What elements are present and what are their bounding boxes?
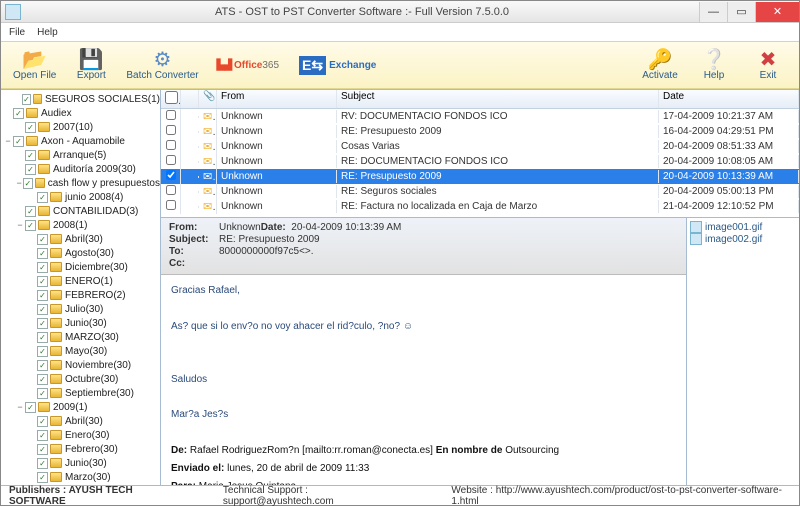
envelope-icon: ✉ — [203, 126, 217, 138]
tree-node[interactable]: ✓Enero(30) — [3, 428, 160, 442]
msg-date: 20-04-2009 10:13:39 AM — [291, 222, 401, 233]
select-all-checkbox[interactable] — [165, 91, 178, 104]
message-body: Gracias Rafael, As? que si lo env?o no v… — [161, 275, 686, 485]
tree-node[interactable]: ✓Abril(30) — [3, 232, 160, 246]
tree-node[interactable]: ✓Julio(30) — [3, 302, 160, 316]
tree-node[interactable]: ✓CONTABILIDAD(3) — [3, 204, 160, 218]
tree-node[interactable]: −✓2008(1) — [3, 218, 160, 232]
attachment-item[interactable]: image002.gif — [690, 233, 796, 245]
msg-to: 8000000000f97c5<>. — [219, 246, 314, 257]
attachment-panel: image001.gifimage002.gif — [687, 218, 799, 485]
col-subject[interactable]: Subject — [337, 90, 659, 108]
maximize-button[interactable]: ▭ — [727, 2, 755, 22]
tree-node[interactable]: ✓SEGUROS SOCIALES(1) — [3, 92, 160, 106]
tree-node[interactable]: ✓ENERO(1) — [3, 274, 160, 288]
mail-row[interactable]: ✉UnknownRE: Presupuesto 200916-04-2009 0… — [161, 124, 799, 139]
row-checkbox[interactable] — [166, 140, 176, 150]
tree-node[interactable]: ✓FEBRERO(2) — [3, 288, 160, 302]
message-preview: From:Unknown Date: 20-04-2009 10:13:39 A… — [161, 218, 687, 485]
tree-node[interactable]: ✓Auditoría 2009(30) — [3, 162, 160, 176]
app-icon — [5, 4, 21, 20]
office365-button[interactable]: ▙▟Office 365 — [217, 60, 279, 71]
folder-open-icon: 📂 — [22, 50, 47, 70]
menu-help[interactable]: Help — [37, 27, 58, 38]
key-icon: 🔑 — [648, 50, 673, 70]
website-link[interactable]: http://www.ayushtech.com/product/ost-to-… — [451, 485, 782, 507]
exchange-button[interactable]: E⇆Exchange — [299, 56, 376, 75]
exit-icon: ✖ — [760, 50, 777, 70]
row-checkbox[interactable] — [166, 110, 176, 120]
tree-node[interactable]: ✓Mayo(30) — [3, 344, 160, 358]
titlebar: ATS - OST to PST Converter Software :- F… — [1, 1, 799, 23]
statusbar: Publishers : AYUSH TECH SOFTWARE Technic… — [1, 485, 799, 505]
envelope-icon: ✉ — [203, 171, 217, 183]
mail-row[interactable]: ✉UnknownRE: DOCUMENTACIO FONDOS ICO20-04… — [161, 154, 799, 169]
tree-node[interactable]: ✓Diciembre(30) — [3, 260, 160, 274]
exit-button[interactable]: ✖Exit — [743, 50, 793, 81]
activate-button[interactable]: 🔑Activate — [635, 50, 685, 81]
tree-node[interactable]: ✓Audiex — [3, 106, 160, 120]
save-icon: 💾 — [79, 50, 104, 70]
mail-row[interactable]: ✉UnknownRV: DOCUMENTACIO FONDOS ICO17-04… — [161, 109, 799, 124]
mail-row[interactable]: ✉UnknownRE: Presupuesto 200920-04-2009 1… — [161, 169, 799, 184]
envelope-icon: ✉ — [203, 201, 217, 213]
menubar: File Help — [1, 23, 799, 41]
tree-node[interactable]: −✓2009(1) — [3, 400, 160, 414]
toolbar: 📂Open File 💾Export ⚙Batch Converter ▙▟Of… — [1, 41, 799, 89]
tree-node[interactable]: −✓cash flow y presupuestos — [3, 176, 160, 190]
attachment-item[interactable]: image001.gif — [690, 221, 796, 233]
window-title: ATS - OST to PST Converter Software :- F… — [25, 6, 699, 18]
close-button[interactable]: ✕ — [755, 2, 799, 22]
tree-node[interactable]: ✓Marzo(30) — [3, 470, 160, 484]
image-icon — [690, 233, 702, 245]
col-date[interactable]: Date — [659, 90, 799, 108]
export-button[interactable]: 💾Export — [66, 50, 116, 81]
mail-row[interactable]: ✉UnknownRE: Factura no localizada en Caj… — [161, 199, 799, 214]
image-icon — [690, 221, 702, 233]
attachment-icon: 📎 — [199, 90, 217, 108]
row-checkbox[interactable] — [166, 185, 176, 195]
support-email[interactable]: support@ayushtech.com — [223, 496, 334, 507]
tree-node[interactable]: ✓junio 2008(4) — [3, 190, 160, 204]
tree-node[interactable]: ✓Octubre(30) — [3, 372, 160, 386]
mail-row[interactable]: ✉UnknownCosas Varias20-04-2009 08:51:33 … — [161, 139, 799, 154]
msg-from: Unknown — [219, 222, 261, 233]
batch-converter-button[interactable]: ⚙Batch Converter — [120, 50, 204, 81]
col-from[interactable]: From — [217, 90, 337, 108]
menu-file[interactable]: File — [9, 27, 25, 38]
envelope-icon: ✉ — [203, 111, 217, 123]
row-checkbox[interactable] — [166, 155, 176, 165]
tree-node[interactable]: ✓MARZO(30) — [3, 330, 160, 344]
tree-node[interactable]: ✓Noviembre(30) — [3, 358, 160, 372]
tree-node[interactable]: ✓2007(10) — [3, 120, 160, 134]
tree-node[interactable]: ✓Junio(30) — [3, 316, 160, 330]
row-checkbox[interactable] — [166, 170, 176, 180]
tree-node[interactable]: ✓Junio(30) — [3, 456, 160, 470]
message-header: From:Unknown Date: 20-04-2009 10:13:39 A… — [161, 218, 686, 275]
tree-node[interactable]: −✓Axon - Aquamobile — [3, 134, 160, 148]
mail-row[interactable]: ✉UnknownRE: Seguros sociales20-04-2009 0… — [161, 184, 799, 199]
msg-subject: RE: Presupuesto 2009 — [219, 234, 320, 245]
folder-tree[interactable]: ✓SEGUROS SOCIALES(1)✓Audiex✓2007(10)−✓Ax… — [1, 90, 161, 485]
list-header: 📎 From Subject Date — [161, 90, 799, 109]
help-icon: ❔ — [702, 50, 727, 70]
help-button[interactable]: ❔Help — [689, 50, 739, 81]
gear-icon: ⚙ — [154, 50, 172, 70]
envelope-icon: ✉ — [203, 186, 217, 198]
envelope-icon: ✉ — [203, 141, 217, 153]
open-file-button[interactable]: 📂Open File — [7, 50, 62, 81]
mail-list[interactable]: 📎 From Subject Date ✉UnknownRV: DOCUMENT… — [161, 90, 799, 218]
minimize-button[interactable]: — — [699, 2, 727, 22]
envelope-icon: ✉ — [203, 156, 217, 168]
row-checkbox[interactable] — [166, 125, 176, 135]
row-checkbox[interactable] — [166, 200, 176, 210]
tree-node[interactable]: ✓Agosto(30) — [3, 246, 160, 260]
tree-node[interactable]: ✓Septiembre(30) — [3, 386, 160, 400]
tree-node[interactable]: ✓Abril(30) — [3, 414, 160, 428]
tree-node[interactable]: ✓Febrero(30) — [3, 442, 160, 456]
tree-node[interactable]: ✓Arranque(5) — [3, 148, 160, 162]
